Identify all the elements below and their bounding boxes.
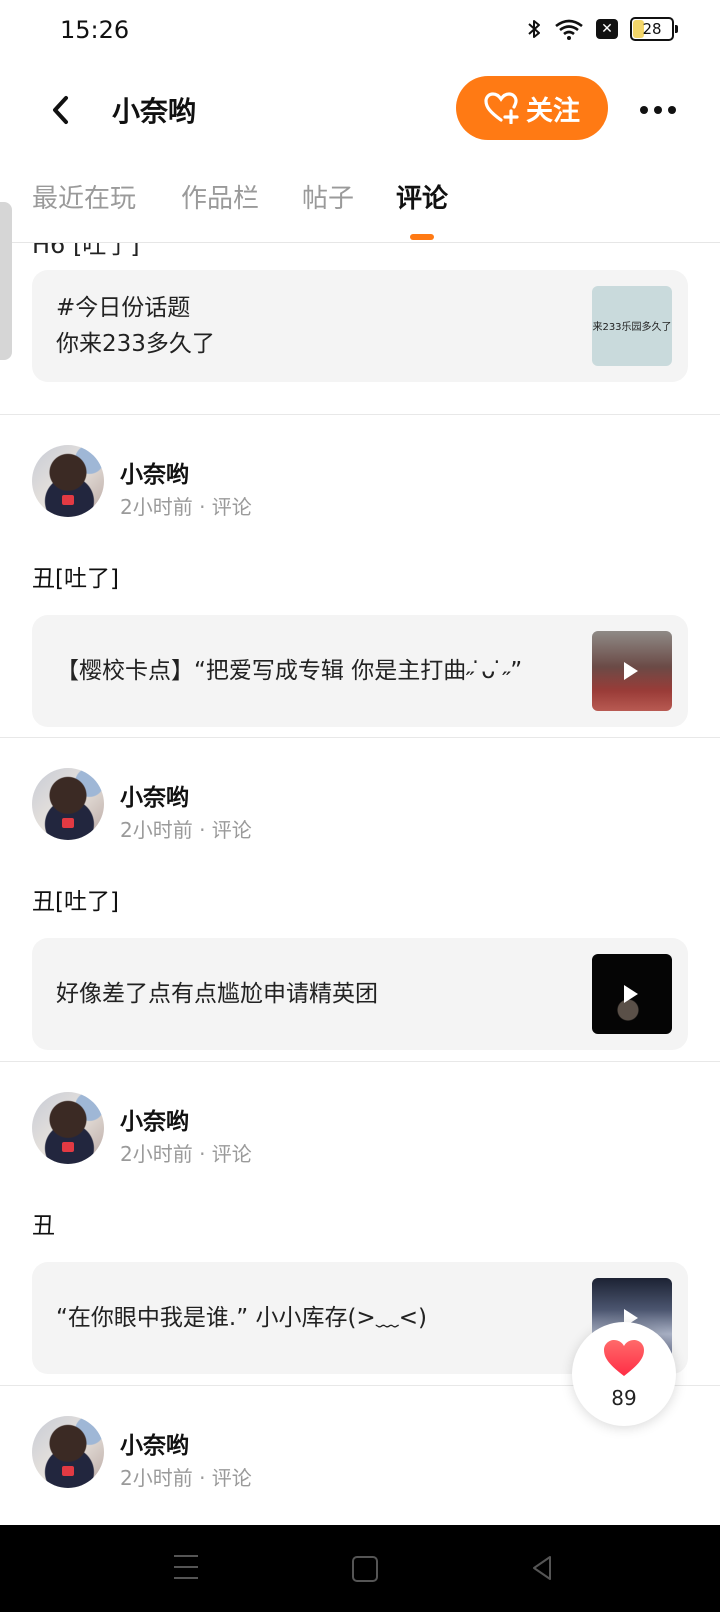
linked-post-text: 好像差了点有点尴尬申请精英团 (56, 981, 378, 1007)
linked-post-text: #今日份话题 你来233多久了 (56, 290, 556, 362)
avatar[interactable] (32, 768, 104, 840)
linked-post-card[interactable]: 【樱校卡点】“把爱写成专辑 你是主打曲˶ ̇ᴗ ̇˶” (32, 615, 688, 727)
divider (0, 737, 720, 738)
play-icon (624, 985, 638, 1003)
follow-label: 关注 (526, 95, 580, 127)
tab-posts[interactable]: 帖子 (302, 178, 354, 215)
author-name[interactable]: 小奈哟 (120, 1102, 189, 1136)
like-button[interactable]: 89 (572, 1322, 676, 1426)
more-options-icon[interactable] (636, 88, 680, 132)
comment-meta: 2小时前 · 评论 (120, 1142, 252, 1166)
video-thumbnail (592, 631, 672, 711)
back-triangle-icon[interactable] (528, 1553, 558, 1583)
battery-icon: 28 (630, 17, 678, 41)
linked-post-card[interactable]: #今日份话题 你来233多久了 来233乐园多久了 (32, 270, 688, 382)
comment-text: 丑[吐了] (32, 889, 119, 915)
divider (0, 414, 720, 415)
topic-tag: #今日份话题 (56, 295, 191, 321)
bluetooth-icon (528, 20, 540, 38)
heart-icon (604, 1340, 644, 1376)
comment-meta: 2小时前 · 评论 (120, 818, 252, 842)
menu-icon[interactable] (172, 1555, 200, 1583)
linked-post-text: 【樱校卡点】“把爱写成专辑 你是主打曲˶ ̇ᴗ ̇˶” (56, 658, 523, 684)
like-count: 89 (611, 1386, 637, 1410)
notification-x-icon: ✕ (596, 19, 618, 39)
edge-swipe-handle[interactable] (0, 202, 12, 360)
divider (0, 1061, 720, 1062)
profile-header: 小奈哟 关注 (0, 62, 720, 158)
linked-post-text: “在你眼中我是谁.” 小小库存(>﹏<) (56, 1305, 427, 1331)
comment-meta: 2小时前 · 评论 (120, 1466, 252, 1490)
status-bar: 15:26 ✕ 28 (0, 0, 720, 62)
author-name[interactable]: 小奈哟 (120, 1426, 189, 1460)
tab-comments[interactable]: 评论 (396, 178, 448, 215)
play-icon (624, 662, 638, 680)
post-thumbnail: 来233乐园多久了 (592, 286, 672, 366)
home-icon[interactable] (352, 1556, 378, 1582)
back-arrow-icon[interactable] (46, 88, 76, 132)
system-navigation-bar (0, 1525, 720, 1612)
battery-level: 28 (642, 20, 662, 38)
avatar[interactable] (32, 445, 104, 517)
comment-meta: 2小时前 · 评论 (120, 495, 252, 519)
avatar[interactable] (32, 1092, 104, 1164)
author-name[interactable]: 小奈哟 (120, 455, 189, 489)
avatar[interactable] (32, 1416, 104, 1488)
topic-title: 你来233多久了 (56, 331, 215, 357)
heart-plus-icon (484, 92, 519, 124)
wifi-icon (555, 19, 583, 40)
linked-post-card[interactable]: 好像差了点有点尴尬申请精英团 (32, 938, 688, 1050)
tab-works[interactable]: 作品栏 (181, 178, 259, 215)
post-text: H6 [吐了] (32, 243, 140, 259)
active-tab-indicator (410, 234, 434, 240)
profile-tabs: 最近在玩 作品栏 帖子 评论 (0, 160, 720, 243)
tab-recently-played[interactable]: 最近在玩 (32, 178, 136, 215)
follow-button[interactable]: 关注 (456, 76, 608, 140)
author-name[interactable]: 小奈哟 (120, 778, 189, 812)
status-time: 15:26 (60, 16, 130, 44)
video-thumbnail (592, 954, 672, 1034)
comment-text: 丑[吐了] (32, 566, 119, 592)
page-title: 小奈哟 (112, 95, 197, 128)
thumbnail-caption: 来233乐园多久了 (592, 322, 672, 333)
status-icons: ✕ 28 (526, 17, 678, 41)
comment-text: 丑 (32, 1213, 55, 1239)
